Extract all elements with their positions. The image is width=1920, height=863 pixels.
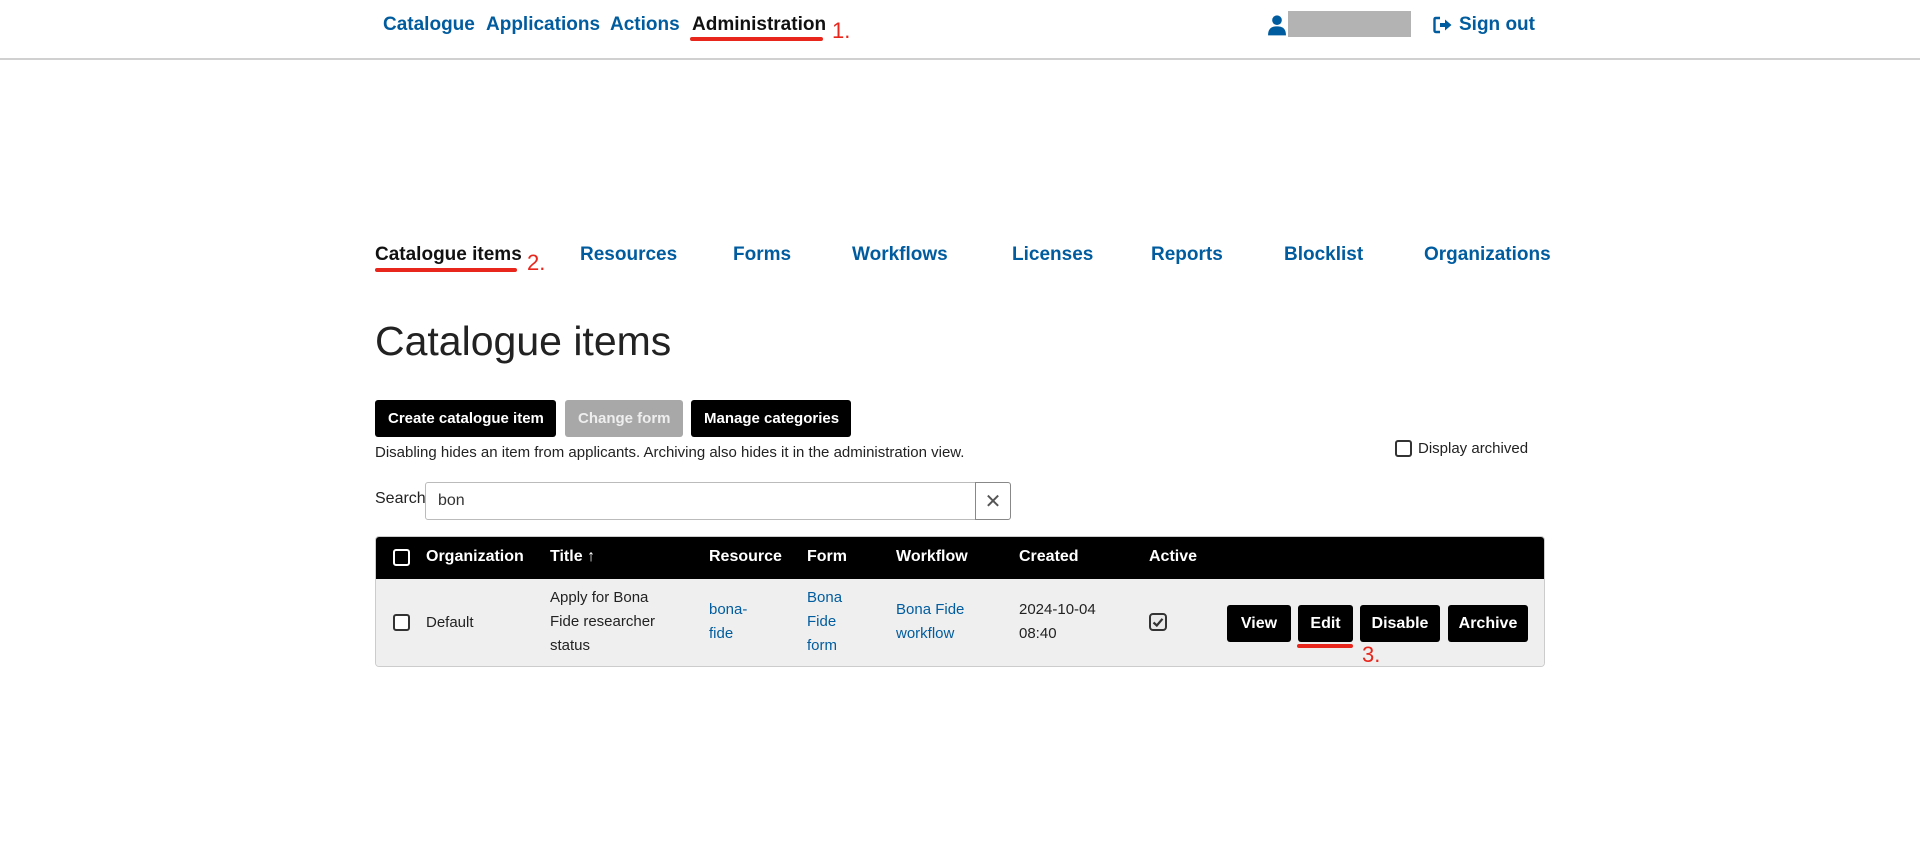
row-select-checkbox[interactable] xyxy=(393,614,410,631)
form-link-line: Fide xyxy=(807,613,837,630)
disable-button[interactable]: Disable xyxy=(1360,605,1440,642)
resource-link[interactable]: bona- fide xyxy=(709,598,747,646)
tab-catalogue-items[interactable]: Catalogue items xyxy=(375,244,522,266)
manage-categories-button[interactable]: Manage categories xyxy=(691,400,851,437)
clear-search-button[interactable]: ✕ xyxy=(975,482,1011,520)
cell-form: Bona Fide form xyxy=(807,586,842,658)
view-button[interactable]: View xyxy=(1227,605,1291,642)
tab-forms[interactable]: Forms xyxy=(733,244,791,266)
display-archived-label: Display archived xyxy=(1418,440,1529,457)
workflow-link-line: Bona Fide xyxy=(896,601,965,618)
cell-title: Apply for Bona Fide researcher status xyxy=(550,586,655,658)
display-archived-checkbox[interactable] xyxy=(1395,440,1412,457)
tab-reports[interactable]: Reports xyxy=(1151,244,1223,266)
resource-link-line: fide xyxy=(709,625,734,642)
page-title: Catalogue items xyxy=(375,318,672,364)
user-icon xyxy=(1268,15,1286,36)
cell-resource: bona- fide xyxy=(709,598,747,646)
header-title-label: Title xyxy=(550,548,583,565)
cell-created-time: 08:40 xyxy=(1019,625,1057,642)
nav-catalogue[interactable]: Catalogue xyxy=(383,14,475,36)
cell-workflow: Bona Fide workflow xyxy=(896,598,964,646)
cell-created: 2024-10-04 08:40 xyxy=(1019,598,1096,646)
annotation-marker-2: 2. xyxy=(527,250,546,275)
header-created[interactable]: Created xyxy=(1019,548,1079,566)
form-link[interactable]: Bona Fide form xyxy=(807,586,842,658)
archive-button[interactable]: Archive xyxy=(1448,605,1528,642)
top-navigation: Catalogue Applications Actions Administr… xyxy=(0,0,1920,60)
header-resource[interactable]: Resource xyxy=(709,548,782,566)
annotation-marker-1: 1. xyxy=(832,18,851,43)
table-header: Organization Title ↑ Resource Form Workf… xyxy=(376,537,1544,579)
form-link-line: form xyxy=(807,637,837,654)
user-name-redacted xyxy=(1288,11,1411,37)
form-link-line: Bona xyxy=(807,589,843,606)
tab-blocklist[interactable]: Blocklist xyxy=(1284,244,1363,266)
annotation-underline-2 xyxy=(375,268,517,272)
select-all-checkbox[interactable] xyxy=(393,549,410,566)
search-label: Search xyxy=(375,490,426,507)
nav-applications[interactable]: Applications xyxy=(486,14,600,36)
nav-actions[interactable]: Actions xyxy=(610,14,680,36)
header-form[interactable]: Form xyxy=(807,548,847,566)
sign-out-link[interactable]: Sign out xyxy=(1433,14,1535,36)
header-title[interactable]: Title ↑ xyxy=(550,548,595,566)
cell-created-date: 2024-10-04 xyxy=(1019,601,1096,618)
close-icon: ✕ xyxy=(984,490,1002,513)
change-form-button[interactable]: Change form xyxy=(565,400,683,437)
create-catalogue-item-button[interactable]: Create catalogue item xyxy=(375,400,556,437)
active-checked-icon xyxy=(1149,613,1167,631)
annotation-underline-1 xyxy=(690,37,823,41)
header-active[interactable]: Active xyxy=(1149,548,1197,566)
cell-organization: Default xyxy=(426,614,474,631)
sort-ascending-icon: ↑ xyxy=(587,548,596,565)
nav-administration[interactable]: Administration xyxy=(692,14,826,36)
tab-licenses[interactable]: Licenses xyxy=(1012,244,1093,266)
cell-title-line: status xyxy=(550,637,591,654)
header-workflow[interactable]: Workflow xyxy=(896,548,968,566)
annotation-marker-3: 3. xyxy=(1362,642,1381,667)
sign-out-icon xyxy=(1433,16,1452,34)
workflow-link-line: workflow xyxy=(896,625,955,642)
tab-workflows[interactable]: Workflows xyxy=(852,244,948,266)
search-input[interactable] xyxy=(425,482,976,520)
workflow-link[interactable]: Bona Fide workflow xyxy=(896,598,964,646)
tab-resources[interactable]: Resources xyxy=(580,244,677,266)
resource-link-line: bona- xyxy=(709,601,748,618)
disable-archive-hint: Disabling hides an item from applicants.… xyxy=(375,444,965,461)
sign-out-label: Sign out xyxy=(1459,14,1535,35)
edit-button[interactable]: Edit xyxy=(1298,605,1353,642)
cell-title-line: Fide researcher xyxy=(550,613,656,630)
tab-organizations[interactable]: Organizations xyxy=(1424,244,1551,266)
annotation-underline-3 xyxy=(1297,644,1353,648)
display-archived-toggle[interactable]: Display archived xyxy=(1395,440,1528,457)
header-organization[interactable]: Organization xyxy=(426,548,524,566)
cell-title-line: Apply for Bona xyxy=(550,589,649,606)
